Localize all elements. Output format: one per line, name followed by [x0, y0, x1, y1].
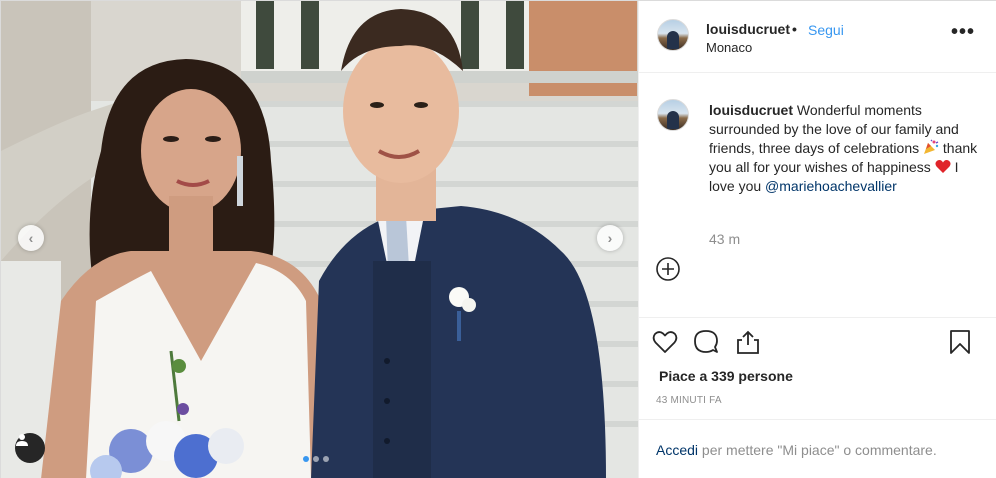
- carousel-indicator: [303, 456, 329, 462]
- post-side-panel: louisducruet • Segui Monaco ••• louisduc…: [638, 1, 996, 478]
- post-frame: ‹ › louisducruet • Segui Monaco ••• loui…: [0, 0, 996, 478]
- posted-time: 43 MINUTI FA: [656, 395, 722, 406]
- post-actions: Piace a 339 persone 43 MINUTI FA: [639, 317, 996, 419]
- carousel-prev-button[interactable]: ‹: [18, 225, 44, 251]
- caption-text: louisducruet Wonderful moments surrounde…: [709, 101, 984, 196]
- caption-username[interactable]: louisducruet: [709, 102, 793, 118]
- carousel-dot: [313, 456, 319, 462]
- follow-button[interactable]: Segui: [808, 22, 844, 38]
- user-tag-icon: [16, 434, 28, 446]
- avatar[interactable]: [657, 19, 689, 51]
- photo-image: [1, 1, 638, 478]
- login-link[interactable]: Accedi: [656, 442, 698, 458]
- user-tag-button[interactable]: [15, 433, 45, 463]
- caption-block: louisducruet Wonderful moments surrounde…: [639, 73, 996, 317]
- more-options-button[interactable]: •••: [951, 22, 975, 42]
- party-popper-emoji: [924, 139, 939, 154]
- carousel-dot: [323, 456, 329, 462]
- carousel-next-button[interactable]: ›: [597, 225, 623, 251]
- author-username[interactable]: louisducruet: [706, 21, 790, 37]
- login-prompt-message: per mettere "Mi piace" o commentare.: [701, 442, 937, 458]
- caption-mention-link[interactable]: @mariehoachevallier: [765, 178, 897, 194]
- post-header: louisducruet • Segui Monaco •••: [639, 1, 996, 73]
- bookmark-icon[interactable]: [946, 328, 974, 356]
- red-heart-emoji: [935, 160, 951, 173]
- post-photo[interactable]: ‹ ›: [1, 1, 638, 478]
- caption-avatar[interactable]: [657, 99, 689, 131]
- header-separator: •: [792, 21, 797, 37]
- login-prompt: Accedi per mettere "Mi piace" o commenta…: [639, 419, 996, 478]
- caption-time: 43 m: [709, 231, 741, 247]
- comment-icon[interactable]: [692, 328, 720, 356]
- heart-icon[interactable]: [651, 328, 679, 356]
- share-icon[interactable]: [734, 328, 762, 356]
- post-location[interactable]: Monaco: [706, 40, 752, 55]
- likes-count[interactable]: Piace a 339 persone: [659, 368, 793, 384]
- add-comment-icon[interactable]: [655, 256, 681, 282]
- carousel-dot-active: [303, 456, 309, 462]
- login-prompt-text: Accedi per mettere "Mi piace" o commenta…: [656, 442, 937, 458]
